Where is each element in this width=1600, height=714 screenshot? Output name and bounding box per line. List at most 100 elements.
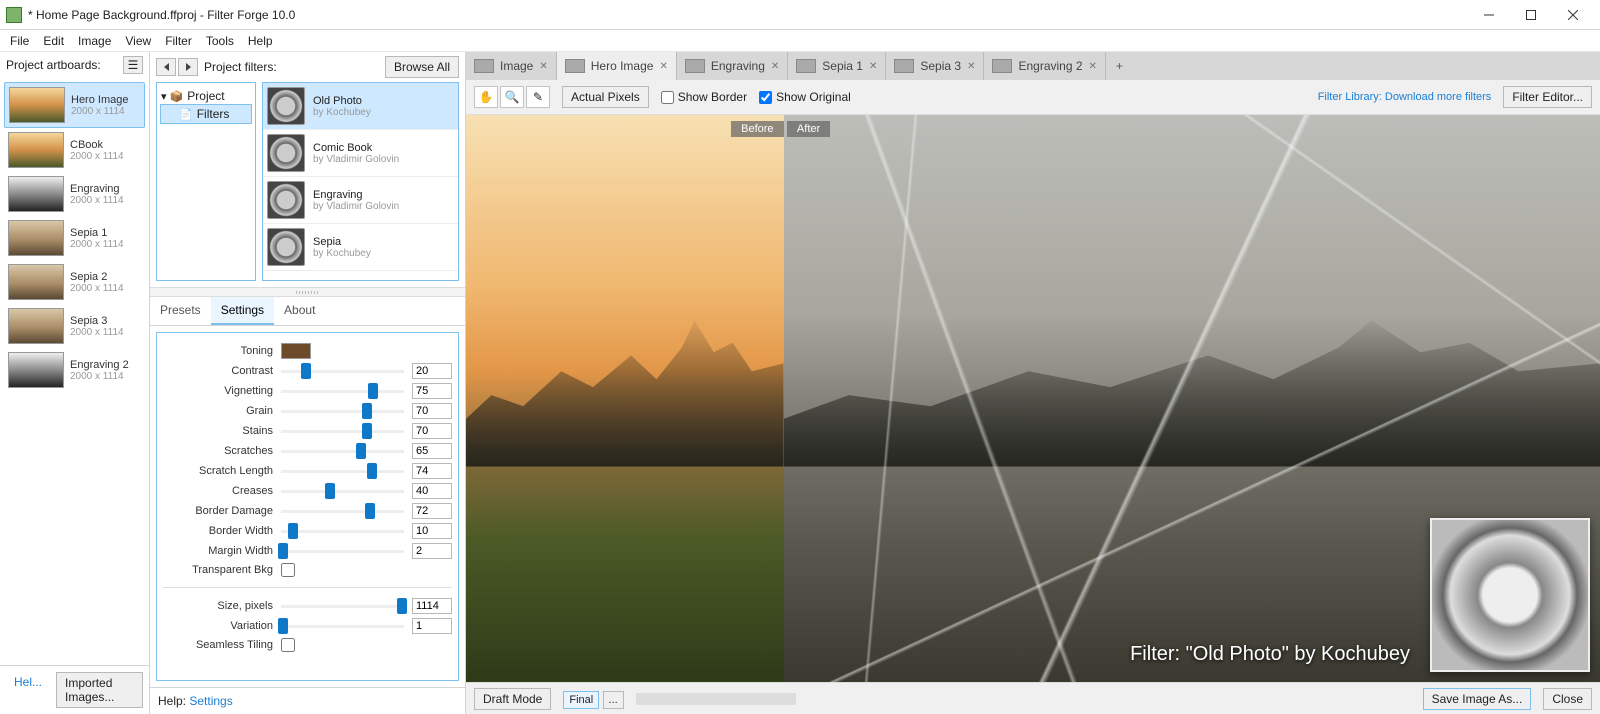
toning-swatch[interactable] — [281, 343, 311, 359]
filter-library-link[interactable]: Filter Library: Download more filters — [1318, 91, 1492, 103]
artboard-thumb — [8, 352, 64, 388]
param-input[interactable] — [412, 423, 452, 439]
add-tab-button[interactable]: + — [1106, 59, 1133, 73]
filter-history-back[interactable] — [156, 58, 176, 76]
param-slider[interactable] — [281, 383, 404, 399]
menu-file[interactable]: File — [4, 32, 35, 50]
seamless-checkbox[interactable] — [281, 638, 295, 652]
artboard-name: Sepia 3 — [70, 315, 124, 327]
minimize-button[interactable] — [1468, 1, 1510, 29]
artboard-item[interactable]: Engraving 2 2000 x 1114 — [4, 348, 145, 392]
param-input[interactable] — [412, 403, 452, 419]
close-button[interactable] — [1552, 1, 1594, 29]
menu-help[interactable]: Help — [242, 32, 279, 50]
close-icon[interactable]: ✕ — [967, 61, 975, 72]
param-input[interactable] — [412, 363, 452, 379]
artboard-item[interactable]: Engraving 2000 x 1114 — [4, 172, 145, 216]
filter-editor-button[interactable]: Filter Editor... — [1503, 86, 1592, 108]
param-slider[interactable] — [281, 423, 404, 439]
eyedropper-tool[interactable]: ✎ — [526, 86, 550, 108]
panel-splitter[interactable] — [150, 287, 465, 297]
preview-canvas[interactable]: Before After Filter: "Old Photo" by Koch… — [466, 115, 1600, 682]
menu-image[interactable]: Image — [72, 32, 117, 50]
hand-tool[interactable]: ✋ — [474, 86, 498, 108]
param-slider[interactable] — [281, 523, 404, 539]
doc-thumb — [894, 59, 914, 73]
tree-project[interactable]: ▾ 📦 Project — [161, 87, 251, 105]
artboard-item[interactable]: Sepia 1 2000 x 1114 — [4, 216, 145, 260]
save-image-button[interactable]: Save Image As... — [1423, 688, 1532, 710]
imported-images-button[interactable]: Imported Images... — [56, 672, 143, 708]
close-icon[interactable]: ✕ — [1089, 61, 1097, 72]
param-slider[interactable] — [281, 443, 404, 459]
document-tab[interactable]: Engraving ✕ — [677, 52, 788, 80]
filter-history-fwd[interactable] — [178, 58, 198, 76]
browse-all-button[interactable]: Browse All — [385, 56, 459, 78]
variation-slider[interactable] — [281, 618, 404, 634]
filter-item[interactable]: Old Photo by Kochubey — [263, 83, 458, 130]
param-input[interactable] — [412, 483, 452, 499]
document-tab[interactable]: Image ✕ — [466, 52, 557, 80]
artboard-item[interactable]: Hero Image 2000 x 1114 — [4, 82, 145, 128]
param-slider[interactable] — [281, 403, 404, 419]
doc-thumb — [685, 59, 705, 73]
draft-mode-button[interactable]: Draft Mode — [474, 688, 551, 710]
artboards-menu-button[interactable]: ☰ — [123, 56, 143, 74]
param-input[interactable] — [412, 523, 452, 539]
param-slider[interactable] — [281, 363, 404, 379]
help-settings-link[interactable]: Settings — [189, 694, 232, 708]
zoom-tool[interactable]: 🔍 — [500, 86, 524, 108]
close-icon[interactable]: ✕ — [771, 61, 779, 72]
artboard-item[interactable]: Sepia 3 2000 x 1114 — [4, 304, 145, 348]
variation-input[interactable] — [412, 618, 452, 634]
filter-author: by Kochubey — [313, 107, 371, 118]
show-border-check[interactable]: Show Border — [661, 90, 747, 104]
close-preview-button[interactable]: Close — [1543, 688, 1592, 710]
maximize-button[interactable] — [1510, 1, 1552, 29]
transparent-checkbox[interactable] — [281, 563, 295, 577]
param-input[interactable] — [412, 503, 452, 519]
show-original-check[interactable]: Show Original — [759, 90, 851, 104]
artboards-header: Project artboards: — [6, 58, 101, 72]
actual-pixels-button[interactable]: Actual Pixels — [562, 86, 649, 108]
final-more-button[interactable]: ... — [603, 691, 624, 709]
param-slider[interactable] — [281, 543, 404, 559]
tab-about[interactable]: About — [274, 297, 325, 325]
close-icon[interactable]: ✕ — [539, 61, 547, 72]
menu-view[interactable]: View — [119, 32, 157, 50]
tab-settings[interactable]: Settings — [211, 297, 274, 325]
document-tab[interactable]: Engraving 2 ✕ — [984, 52, 1105, 80]
tab-presets[interactable]: Presets — [150, 297, 211, 325]
param-slider[interactable] — [281, 483, 404, 499]
param-input[interactable] — [412, 463, 452, 479]
menu-edit[interactable]: Edit — [37, 32, 70, 50]
tree-filters[interactable]: 📄 Filters — [161, 105, 251, 123]
document-tab[interactable]: Hero Image ✕ — [557, 52, 677, 80]
menu-filter[interactable]: Filter — [159, 32, 198, 50]
param-input[interactable] — [412, 443, 452, 459]
artboard-item[interactable]: CBook 2000 x 1114 — [4, 128, 145, 172]
filter-name: Sepia — [313, 236, 371, 248]
filter-item[interactable]: Comic Book by Vladimir Golovin — [263, 130, 458, 177]
close-icon[interactable]: ✕ — [659, 61, 667, 72]
param-slider[interactable] — [281, 463, 404, 479]
size-input[interactable] — [412, 598, 452, 614]
filter-item[interactable]: Sepia by Kochubey — [263, 224, 458, 271]
filter-name: Engraving — [313, 189, 399, 201]
param-input[interactable] — [412, 383, 452, 399]
size-slider[interactable] — [281, 598, 404, 614]
final-button[interactable]: Final — [563, 691, 599, 709]
param-input[interactable] — [412, 543, 452, 559]
param-label: Margin Width — [163, 545, 273, 557]
artboards-help-link[interactable]: Hel... — [6, 672, 50, 708]
close-icon[interactable]: ✕ — [869, 61, 877, 72]
doc-thumb — [796, 59, 816, 73]
param-slider[interactable] — [281, 503, 404, 519]
filter-item[interactable]: Engraving by Vladimir Golovin — [263, 177, 458, 224]
artboard-item[interactable]: Sepia 2 2000 x 1114 — [4, 260, 145, 304]
menu-tools[interactable]: Tools — [200, 32, 240, 50]
document-tab[interactable]: Sepia 3 ✕ — [886, 52, 984, 80]
document-tabs: Image ✕ Hero Image ✕ Engraving ✕ Sepia 1… — [466, 52, 1600, 80]
filter-thumb — [267, 134, 305, 172]
document-tab[interactable]: Sepia 1 ✕ — [788, 52, 886, 80]
